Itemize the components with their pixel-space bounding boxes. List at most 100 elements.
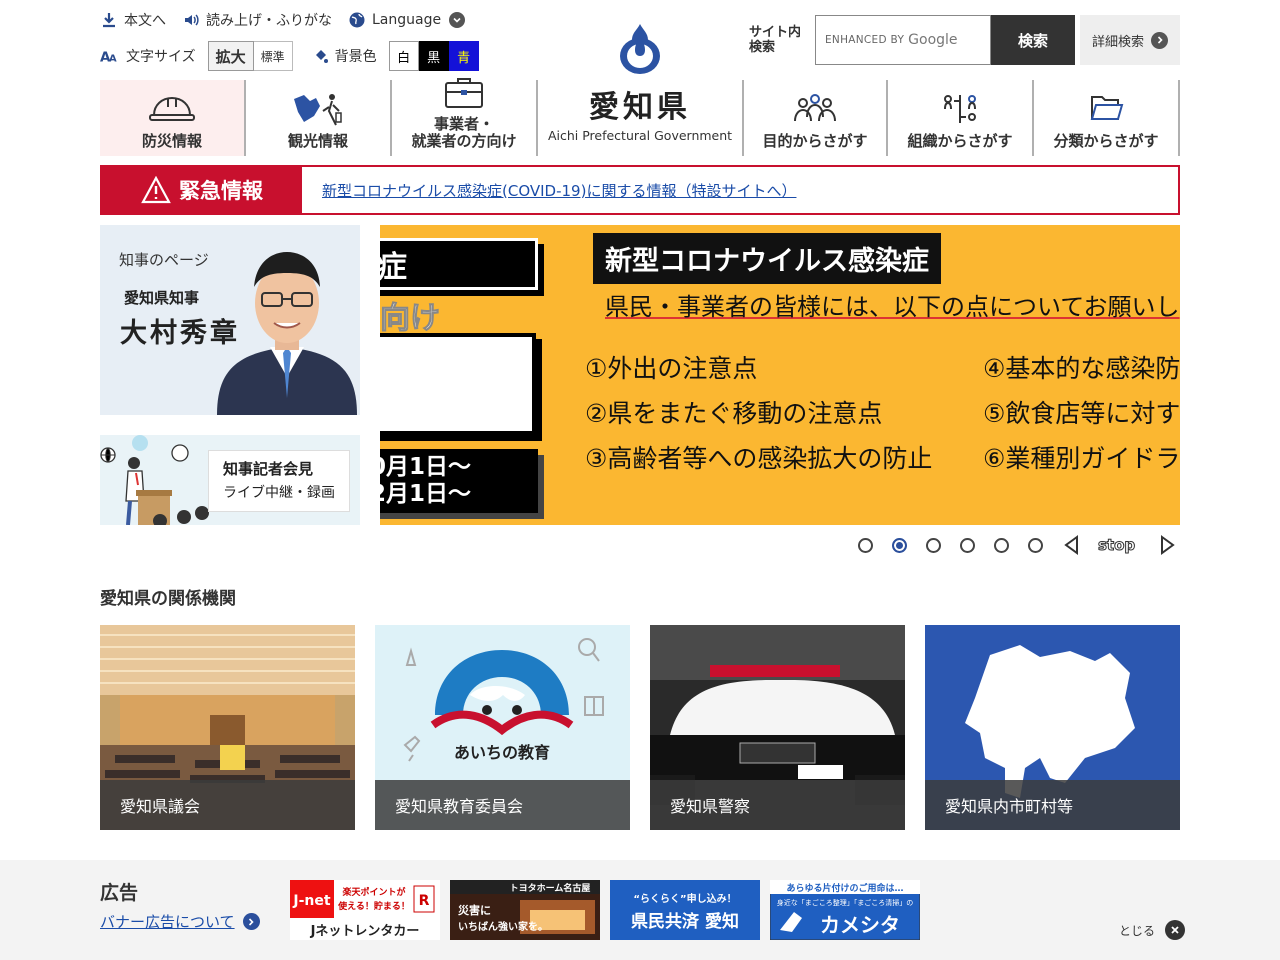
utility-bar: 本文へ 読み上げ・ふりがな Language AA 文字サイズ 拡大 標準 背景… xyxy=(100,8,481,71)
related-municipalities-tile[interactable]: 愛知県内市町村等 xyxy=(925,625,1180,830)
bg-white-button[interactable]: 白 xyxy=(388,41,419,71)
nav-business[interactable]: 事業者・ 就業者の方向け xyxy=(392,78,538,156)
prefecture-emblem-icon xyxy=(620,24,660,74)
speaker-icon xyxy=(182,11,200,29)
emergency-banner: 緊急情報 新型コロナウイルス感染症(COVID-19)に関する情報（特設サイトへ… xyxy=(100,165,1180,215)
close-icon xyxy=(1165,920,1186,940)
nav-category-label: 分類からさがす xyxy=(1053,132,1159,150)
ad-section: 広告 バナー広告について J-net 楽天ポイントが 使える！貯まる！ R Jネ… xyxy=(0,860,1280,960)
chevron-down-icon xyxy=(449,12,466,28)
warning-icon xyxy=(141,176,171,204)
chevron-right-icon xyxy=(242,913,260,930)
svg-text:使える！貯まる！: 使える！貯まる！ xyxy=(337,900,410,912)
police-label: 愛知県警察 xyxy=(650,780,905,830)
slide-request: 県民・事業者の皆様には、以下の点についてお願いし xyxy=(605,293,1180,321)
font-size-label: 文字サイズ xyxy=(126,49,196,65)
svg-text:楽天ポイントが: 楽天ポイントが xyxy=(342,886,406,898)
enhanced-by-text: ENHANCED BY xyxy=(825,34,905,46)
nav-disaster[interactable]: 防災情報 xyxy=(100,80,246,156)
slide-left-box xyxy=(380,333,536,435)
press-subtitle: ライブ中継・録画 xyxy=(223,485,335,501)
tourism-icon xyxy=(292,91,344,127)
site-search-label: サイト内 検索 xyxy=(749,25,802,55)
slide-point-1: ①外出の注意点 xyxy=(585,354,758,383)
skip-to-content-link[interactable]: 本文へ xyxy=(100,10,166,30)
font-size-label-group: AA 文字サイズ xyxy=(100,46,196,66)
font-size-standard-button[interactable]: 標準 xyxy=(253,41,293,71)
nav-organization-label: 組織からさがす xyxy=(907,132,1013,150)
nav-disaster-label: 防災情報 xyxy=(141,132,202,150)
ad-banner-kenmin-kyosai[interactable]: “らくらく”申し込み！ 県民共済 愛知 xyxy=(610,880,760,940)
related-assembly-tile[interactable]: 愛知県議会 xyxy=(100,625,355,830)
slide-dates: 0月1日～ 2月1日～ xyxy=(380,449,538,513)
advanced-search-label: 詳細検索 xyxy=(1091,34,1144,50)
press-conference-banner[interactable]: 知事記者会見 ライブ中継・録画 xyxy=(100,435,360,525)
carousel-next-icon[interactable] xyxy=(1157,535,1177,555)
svg-text:Jネットレンタカー: Jネットレンタカー xyxy=(310,924,420,939)
folder-icon xyxy=(1080,91,1132,127)
ad-banner-kameshita[interactable]: あらゆる片付けのご用命は… 身近な「まごころ整理」「まごころ清掃」の カメシタ xyxy=(770,880,920,940)
ad-about-link[interactable]: バナー広告について xyxy=(100,911,260,932)
nav-organization[interactable]: 組織からさがす xyxy=(888,80,1034,156)
covid-info-link[interactable]: 新型コロナウイルス感染症(COVID-19)に関する情報（特設サイトへ） xyxy=(302,167,796,213)
slide-left-sub: 向け xyxy=(380,301,441,337)
svg-text:“らくらく”申し込み！: “らくらく”申し込み！ xyxy=(633,892,736,905)
nav-tourism[interactable]: 観光情報 xyxy=(246,80,392,156)
related-police-tile[interactable]: 愛知県警察 xyxy=(650,625,905,830)
svg-text:身近な「まごころ整理」「まごころ清掃」の: 身近な「まごころ整理」「まごころ清掃」の xyxy=(777,898,914,907)
governor-page-banner[interactable]: 知事のページ 愛知県知事 大村秀章 xyxy=(100,225,360,415)
nav-purpose[interactable]: 目的からさがす xyxy=(744,80,888,156)
related-section-title: 愛知県の関係機関 xyxy=(100,589,236,609)
ad-banner-jnet[interactable]: J-net 楽天ポイントが 使える！貯まる！ R Jネットレンタカー xyxy=(290,880,440,940)
municipalities-label: 愛知県内市町村等 xyxy=(925,780,1180,830)
ad-banner-toyota-home[interactable]: トヨタホーム名古屋 災害に いちばん強い家を。 xyxy=(450,880,600,940)
carousel-dot-4[interactable] xyxy=(960,537,975,553)
governor-title: 愛知県知事 xyxy=(124,289,200,307)
svg-text:いちばん強い家を。: いちばん強い家を。 xyxy=(458,920,548,933)
search-input[interactable]: ENHANCED BY Google xyxy=(815,15,991,65)
carousel-dot-5[interactable] xyxy=(994,537,1009,553)
carousel-dot-1[interactable] xyxy=(858,537,873,553)
briefcase-icon xyxy=(438,74,490,110)
ad-close-button[interactable]: とじる xyxy=(1119,920,1186,940)
language-selector[interactable]: Language xyxy=(348,11,466,29)
read-aloud-link[interactable]: 読み上げ・ふりがな xyxy=(182,10,332,30)
chevron-right-icon xyxy=(1151,31,1168,49)
search-button[interactable]: 検索 xyxy=(991,15,1075,65)
press-title: 知事記者会見 xyxy=(223,460,314,478)
people-icon xyxy=(789,91,841,127)
carousel-dot-6[interactable] xyxy=(1028,537,1043,553)
related-education-tile[interactable]: あいちの教育 愛知県教育委員会 xyxy=(375,625,630,830)
governor-name: 大村秀章 xyxy=(120,318,240,349)
bg-blue-button[interactable]: 青 xyxy=(448,41,479,71)
advanced-search-button[interactable]: 詳細検索 xyxy=(1080,15,1180,65)
education-logo-text: あいちの教育 xyxy=(454,743,550,762)
download-arrow-icon xyxy=(100,11,118,29)
paint-bucket-icon xyxy=(313,47,329,65)
font-size-large-button[interactable]: 拡大 xyxy=(207,41,254,71)
svg-text:R: R xyxy=(419,893,430,909)
bg-color-label-group: 背景色 xyxy=(313,46,377,66)
language-label: Language xyxy=(372,12,442,28)
svg-text:A: A xyxy=(109,53,117,64)
svg-text:あらゆる片付けのご用命は…: あらゆる片付けのご用命は… xyxy=(786,882,903,894)
google-logo-text: Google xyxy=(908,32,958,48)
carousel-dot-2[interactable] xyxy=(892,537,907,553)
org-chart-icon xyxy=(934,91,986,127)
emergency-heading: 緊急情報 xyxy=(102,167,302,213)
carousel-slide[interactable]: 症 向け 0月1日～ 2月1日～ 新型コロナウイルス感染症 県民・事業者の皆様に… xyxy=(380,225,1180,525)
assembly-label: 愛知県議会 xyxy=(100,780,355,830)
nav-category[interactable]: 分類からさがす xyxy=(1034,80,1180,156)
svg-text:カメシタ: カメシタ xyxy=(820,913,900,937)
nav-logo-spacer xyxy=(538,80,744,156)
svg-text:トヨタホーム名古屋: トヨタホーム名古屋 xyxy=(510,882,591,894)
bg-black-button[interactable]: 黒 xyxy=(418,41,449,71)
slide-point-5: ⑤飲食店等に対す xyxy=(983,399,1180,428)
helmet-icon xyxy=(146,91,198,127)
carousel-controls: stop xyxy=(858,535,1177,555)
carousel-prev-icon[interactable] xyxy=(1062,535,1082,555)
carousel-dot-3[interactable] xyxy=(926,537,941,553)
carousel-stop-button[interactable]: stop xyxy=(1097,536,1135,555)
svg-text:災害に: 災害に xyxy=(457,903,491,917)
education-label: 愛知県教育委員会 xyxy=(375,780,630,830)
